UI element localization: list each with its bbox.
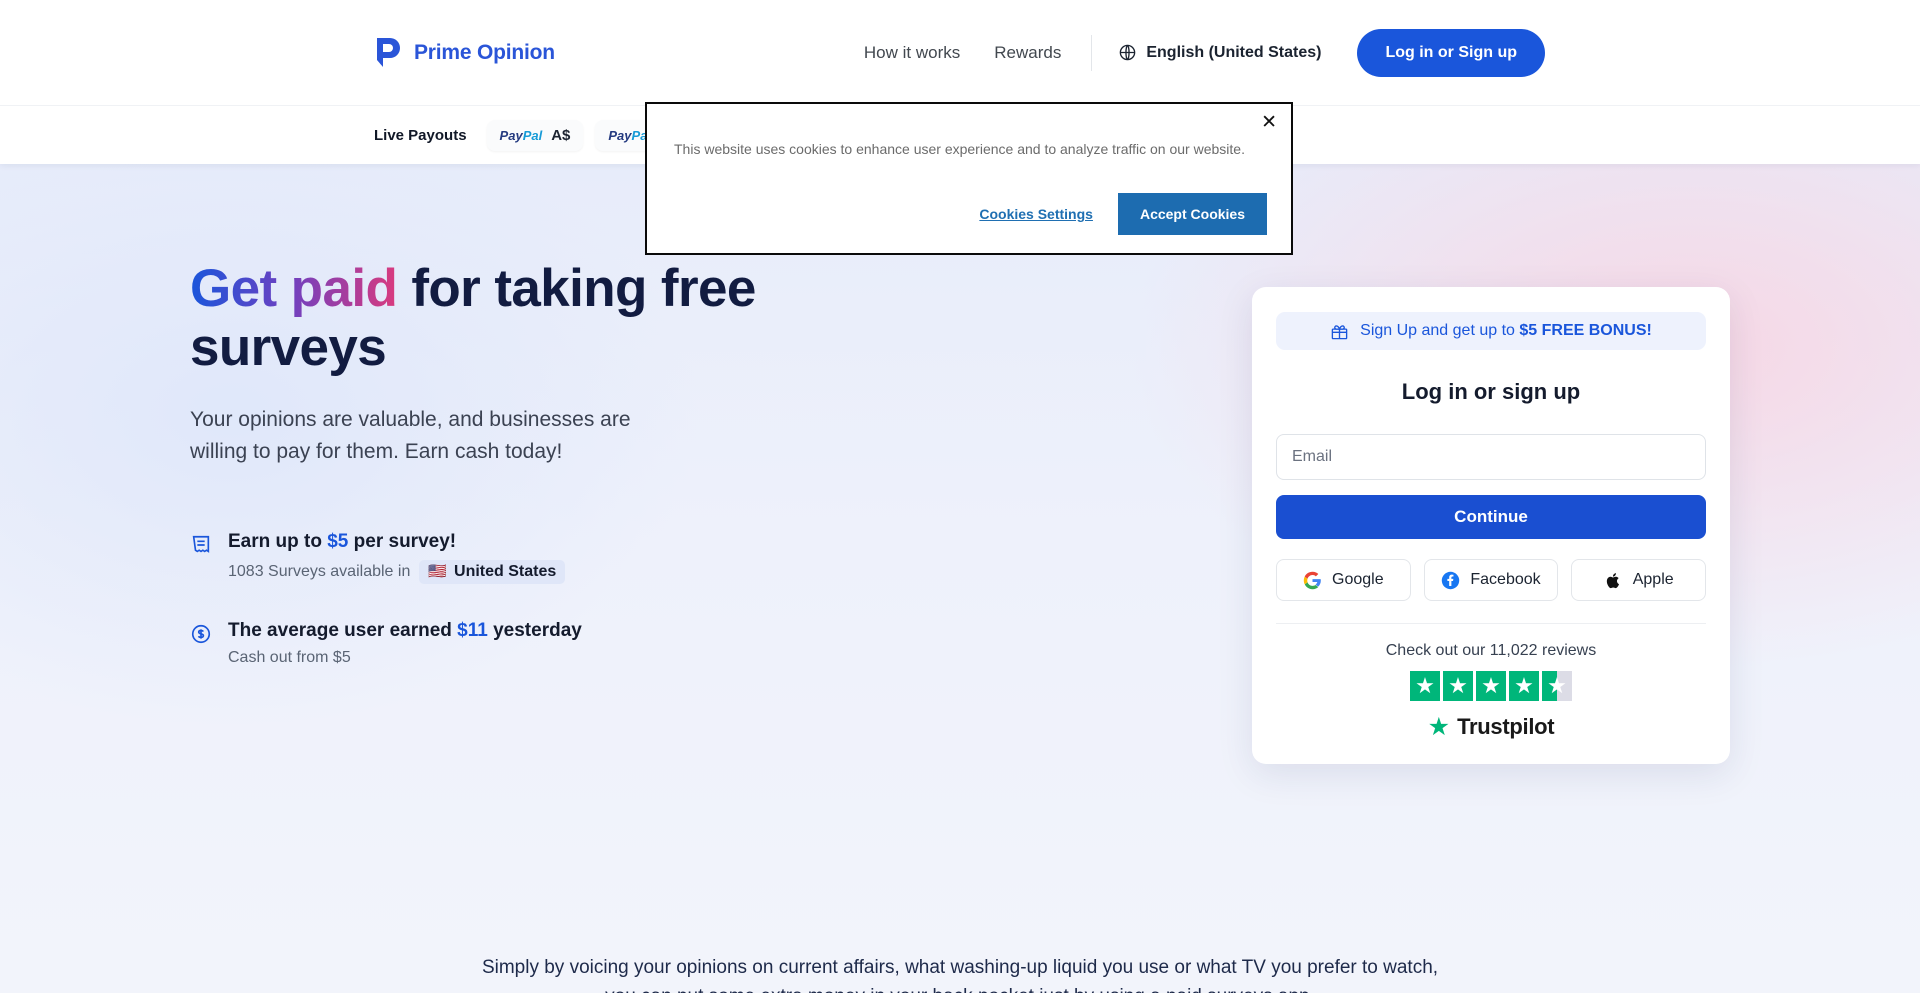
- star-icon: ★: [1443, 671, 1473, 701]
- login-card-title: Log in or sign up: [1401, 379, 1581, 404]
- apple-login-label: Apple: [1632, 571, 1674, 588]
- google-login-label: Google: [1332, 571, 1384, 588]
- brand-logo-group[interactable]: Prime Opinion: [374, 37, 555, 69]
- close-icon[interactable]: ✕: [1261, 113, 1277, 132]
- hero-login-column: Sign Up and get up to $5 FREE BONUS! Log…: [920, 259, 1730, 764]
- paypal-mark-icon: PayPal: [499, 127, 543, 143]
- feature-title-post: yesterday: [487, 619, 582, 641]
- feature-item-earn-per-survey: Earn up to $5 per survey! 1083 Surveys a…: [190, 531, 920, 584]
- feature-title-amount: $11: [457, 619, 488, 641]
- ticker-item: PayPal A$: [486, 119, 584, 151]
- feature-title-pre: The average user earned: [228, 619, 458, 641]
- header-nav: How it works Rewards English (United Sta…: [864, 28, 1545, 77]
- language-label: English (United States): [1146, 43, 1322, 61]
- bonus-text-pre: Sign Up and get up to: [1360, 322, 1520, 339]
- hero-blurb: Simply by voicing your opinions on curre…: [0, 954, 1920, 993]
- ticker-amount: A$: [551, 126, 571, 144]
- nav-rewards[interactable]: Rewards: [994, 43, 1061, 63]
- hero-section: Get paid for taking free surveys Your op…: [0, 164, 1920, 993]
- page-title: Get paid for taking free surveys: [190, 259, 920, 378]
- language-selector[interactable]: English (United States): [1118, 43, 1321, 62]
- google-login-button[interactable]: Google: [1276, 559, 1411, 601]
- receipt-icon: [192, 535, 210, 553]
- facebook-login-button[interactable]: Facebook: [1423, 559, 1559, 601]
- login-card: Sign Up and get up to $5 FREE BONUS! Log…: [1252, 287, 1730, 764]
- feature-subtext: Cash out from $5: [228, 649, 582, 667]
- country-badge[interactable]: 🇺🇸 United States: [419, 559, 566, 584]
- star-rating: ★ ★ ★ ★ ★: [1276, 671, 1706, 701]
- accept-cookies-button[interactable]: Accept Cookies: [1117, 193, 1267, 235]
- trustpilot-name: Trustpilot: [1457, 714, 1555, 739]
- social-login-group: Google Facebook Apple: [1276, 559, 1707, 601]
- trustpilot-logo[interactable]: ★ Trustpilot: [1276, 714, 1706, 740]
- facebook-icon: [1442, 571, 1460, 589]
- site-header: Prime Opinion How it works Rewards Engli…: [0, 0, 1920, 105]
- cookie-actions: Cookies Settings Accept Cookies: [979, 193, 1267, 235]
- star-icon: ★: [1509, 671, 1539, 701]
- feature-title-pre: Earn up to: [228, 530, 328, 552]
- reviews-count-text: Check out our 11,022 reviews: [1385, 642, 1597, 659]
- hero-feature-list: Earn up to $5 per survey! 1083 Surveys a…: [190, 531, 920, 667]
- live-payouts-title: Live Payouts: [374, 126, 467, 144]
- signup-bonus-banner: Sign Up and get up to $5 FREE BONUS!: [1276, 312, 1706, 350]
- hero-copy: Get paid for taking free surveys Your op…: [190, 259, 920, 764]
- coin-dollar-icon: [191, 624, 211, 643]
- feature-text: Earn up to $5 per survey! 1083 Surveys a…: [228, 531, 566, 584]
- gift-icon: [1331, 324, 1348, 339]
- apple-login-button[interactable]: Apple: [1571, 559, 1707, 601]
- feature-text: The average user earned $11 yesterday Ca…: [228, 620, 582, 667]
- landing-page: Prime Opinion How it works Rewards Engli…: [0, 0, 1920, 993]
- nav-how-it-works[interactable]: How it works: [864, 43, 960, 63]
- cookie-message: This website uses cookies to enhance use…: [674, 141, 1245, 157]
- feature-subtext: 1083 Surveys available in 🇺🇸 United Stat…: [228, 559, 566, 584]
- star-half-icon: ★: [1542, 671, 1572, 701]
- header-divider: [1091, 34, 1093, 71]
- feature-title: Earn up to $5 per survey!: [228, 531, 565, 553]
- cookies-settings-button[interactable]: Cookies Settings: [979, 206, 1093, 222]
- login-signup-button[interactable]: Log in or Sign up: [1357, 28, 1545, 77]
- hero-subhead: Your opinions are valuable, and business…: [190, 407, 631, 464]
- us-flag-icon: 🇺🇸: [428, 563, 448, 581]
- trustpilot-star-icon: ★: [1427, 712, 1451, 741]
- blurb-line-1: Simply by voicing your opinions on curre…: [481, 957, 1439, 978]
- bonus-text: Sign Up and get up to $5 FREE BONUS!: [1360, 322, 1652, 340]
- continue-button[interactable]: Continue: [1276, 495, 1706, 539]
- cash-out-minimum: Cash out from $5: [228, 648, 351, 666]
- email-field[interactable]: [1276, 434, 1706, 480]
- surveys-available-count: 1083 Surveys available in: [228, 562, 411, 580]
- prime-opinion-logo-icon: [377, 37, 400, 67]
- feature-title-amount: $5: [327, 530, 349, 552]
- google-icon: [1303, 571, 1321, 589]
- globe-icon: [1120, 44, 1136, 61]
- country-label: United States: [454, 562, 557, 580]
- feature-title-post: per survey!: [348, 530, 457, 552]
- card-divider: [1276, 623, 1706, 624]
- nav-links: How it works Rewards: [864, 43, 1061, 63]
- brand-name: Prime Opinion: [414, 40, 555, 64]
- facebook-login-label: Facebook: [1470, 571, 1541, 588]
- cookie-consent-dialog: ✕ This website uses cookies to enhance u…: [645, 102, 1293, 255]
- feature-title: The average user earned $11 yesterday: [228, 620, 582, 642]
- blurb-line-2: you can put some extra money in your bac…: [0, 983, 1920, 993]
- star-icon: ★: [1476, 671, 1506, 701]
- apple-icon: [1606, 572, 1619, 588]
- bonus-amount: $5 FREE BONUS!: [1519, 322, 1652, 339]
- feature-item-average-earnings: The average user earned $11 yesterday Ca…: [190, 620, 920, 667]
- headline-highlight: Get paid: [190, 259, 398, 318]
- star-icon: ★: [1410, 671, 1440, 701]
